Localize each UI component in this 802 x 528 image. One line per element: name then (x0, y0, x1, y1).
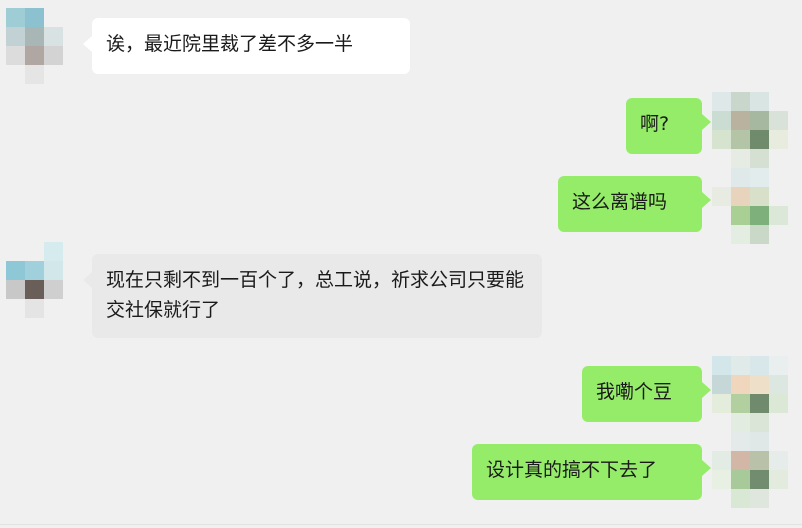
message-bubble-incoming[interactable]: 现在只剩不到一百个了，总工说，祈求公司只要能交社保就行了 (83, 254, 542, 338)
message-bubble-outgoing[interactable]: 这么离谱吗 (558, 176, 711, 232)
avatar[interactable] (712, 92, 788, 168)
divider (0, 524, 802, 525)
message-text: 诶，最近院里裁了差不多一半 (106, 33, 354, 55)
message-text: 设计真的搞不下去了 (486, 459, 658, 481)
avatar[interactable] (6, 8, 82, 84)
chat-area: 诶，最近院里裁了差不多一半 啊? 这么离谱吗 现在只剩不到一百个了，总工说，祈求… (0, 0, 802, 528)
message-bubble-outgoing[interactable]: 我嘞个豆 (582, 366, 711, 422)
message-text: 现在只剩不到一百个了，总工说，祈求公司只要能交社保就行了 (106, 269, 525, 321)
message-bubble-outgoing[interactable]: 啊? (626, 98, 711, 154)
message-text: 我嘞个豆 (596, 381, 673, 403)
message-bubble-incoming[interactable]: 诶，最近院里裁了差不多一半 (83, 18, 410, 74)
avatar[interactable] (712, 432, 788, 508)
avatar[interactable] (712, 168, 788, 244)
message-text: 啊? (640, 113, 670, 135)
message-text: 这么离谱吗 (572, 191, 668, 213)
message-bubble-outgoing[interactable]: 设计真的搞不下去了 (472, 444, 711, 500)
avatar[interactable] (6, 242, 82, 318)
avatar[interactable] (712, 356, 788, 432)
